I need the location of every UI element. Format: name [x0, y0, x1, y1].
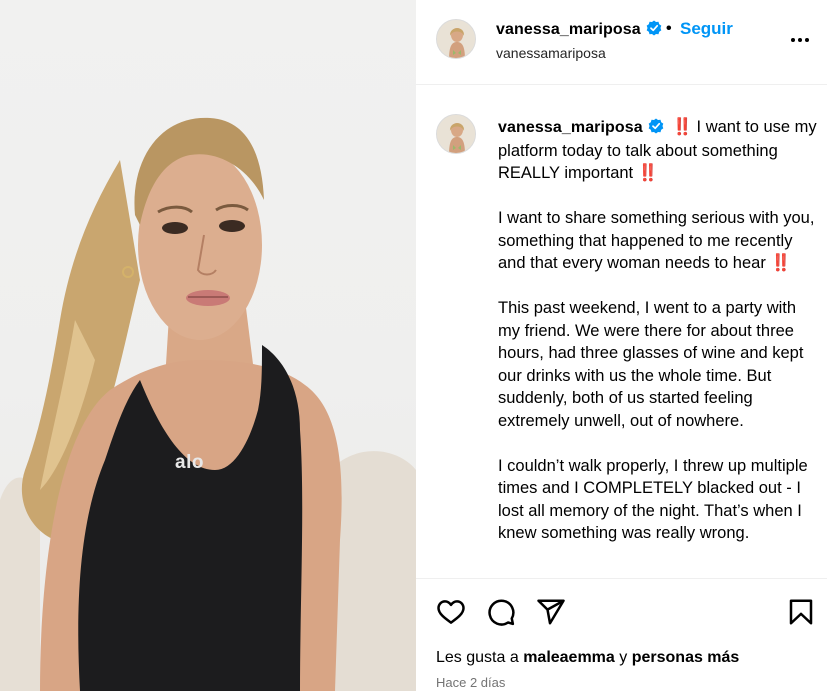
author-username[interactable]: vanessa_mariposa	[496, 20, 662, 39]
username-text[interactable]: vanessa_mariposa	[498, 119, 643, 136]
post-panel: vanessa_mariposa • Seguir vanessamaripos…	[416, 0, 827, 691]
username-text[interactable]: vanessa_mariposa	[496, 21, 641, 38]
caption-paragraph: I couldn’t walk properly, I threw up mul…	[498, 456, 808, 543]
comment-icon[interactable]	[486, 597, 516, 627]
likes-prefix: Les gusta a	[436, 649, 519, 666]
more-options-icon[interactable]	[788, 28, 812, 52]
author-avatar[interactable]	[436, 19, 476, 59]
avatar-image	[437, 20, 475, 58]
post-caption: vanessa_mariposa ‼️ I want to use my pla…	[498, 116, 820, 567]
heart-icon[interactable]	[436, 597, 466, 627]
shirt-logo: alo	[175, 452, 204, 473]
avatar-image	[437, 115, 475, 153]
bookmark-icon[interactable]	[786, 597, 816, 627]
separator-dot: •	[666, 20, 672, 37]
caption-username[interactable]: vanessa_mariposa	[498, 118, 664, 136]
caption-paragraph: This past weekend, I went to a party wit…	[498, 299, 804, 430]
double-exclamation-icon: ‼️	[672, 118, 693, 136]
likes-others-link[interactable]: personas más	[632, 649, 740, 666]
post-timestamp[interactable]: Hace 2 días	[436, 675, 505, 690]
caption-paragraph: vanessa_mariposa ‼️ I want to use my pla…	[498, 116, 820, 185]
double-exclamation-icon: ‼️	[770, 254, 791, 272]
comments-section[interactable]: vanessa_mariposa ‼️ I want to use my pla…	[416, 86, 827, 578]
post-footer: Les gusta a maleaemma y personas más Hac…	[416, 578, 827, 691]
video-frame	[0, 117, 416, 691]
verified-badge-icon	[646, 20, 662, 36]
post-media[interactable]: alo	[0, 0, 416, 691]
post-header: vanessa_mariposa • Seguir vanessamaripos…	[416, 0, 827, 85]
caption-avatar[interactable]	[436, 114, 476, 154]
share-icon[interactable]	[536, 597, 566, 627]
caption-paragraph: I want to share something serious with y…	[498, 207, 820, 275]
author-subtitle[interactable]: vanessamariposa	[496, 45, 606, 61]
likes-joiner: y	[619, 649, 628, 666]
caption-text: I want to share something serious with y…	[498, 209, 815, 272]
double-exclamation-icon: ‼️	[637, 164, 659, 182]
liker-username[interactable]: maleaemma	[523, 649, 615, 666]
likes-summary[interactable]: Les gusta a maleaemma y personas más	[436, 649, 739, 667]
verified-badge-icon	[648, 118, 664, 134]
follow-button[interactable]: Seguir	[680, 19, 733, 39]
